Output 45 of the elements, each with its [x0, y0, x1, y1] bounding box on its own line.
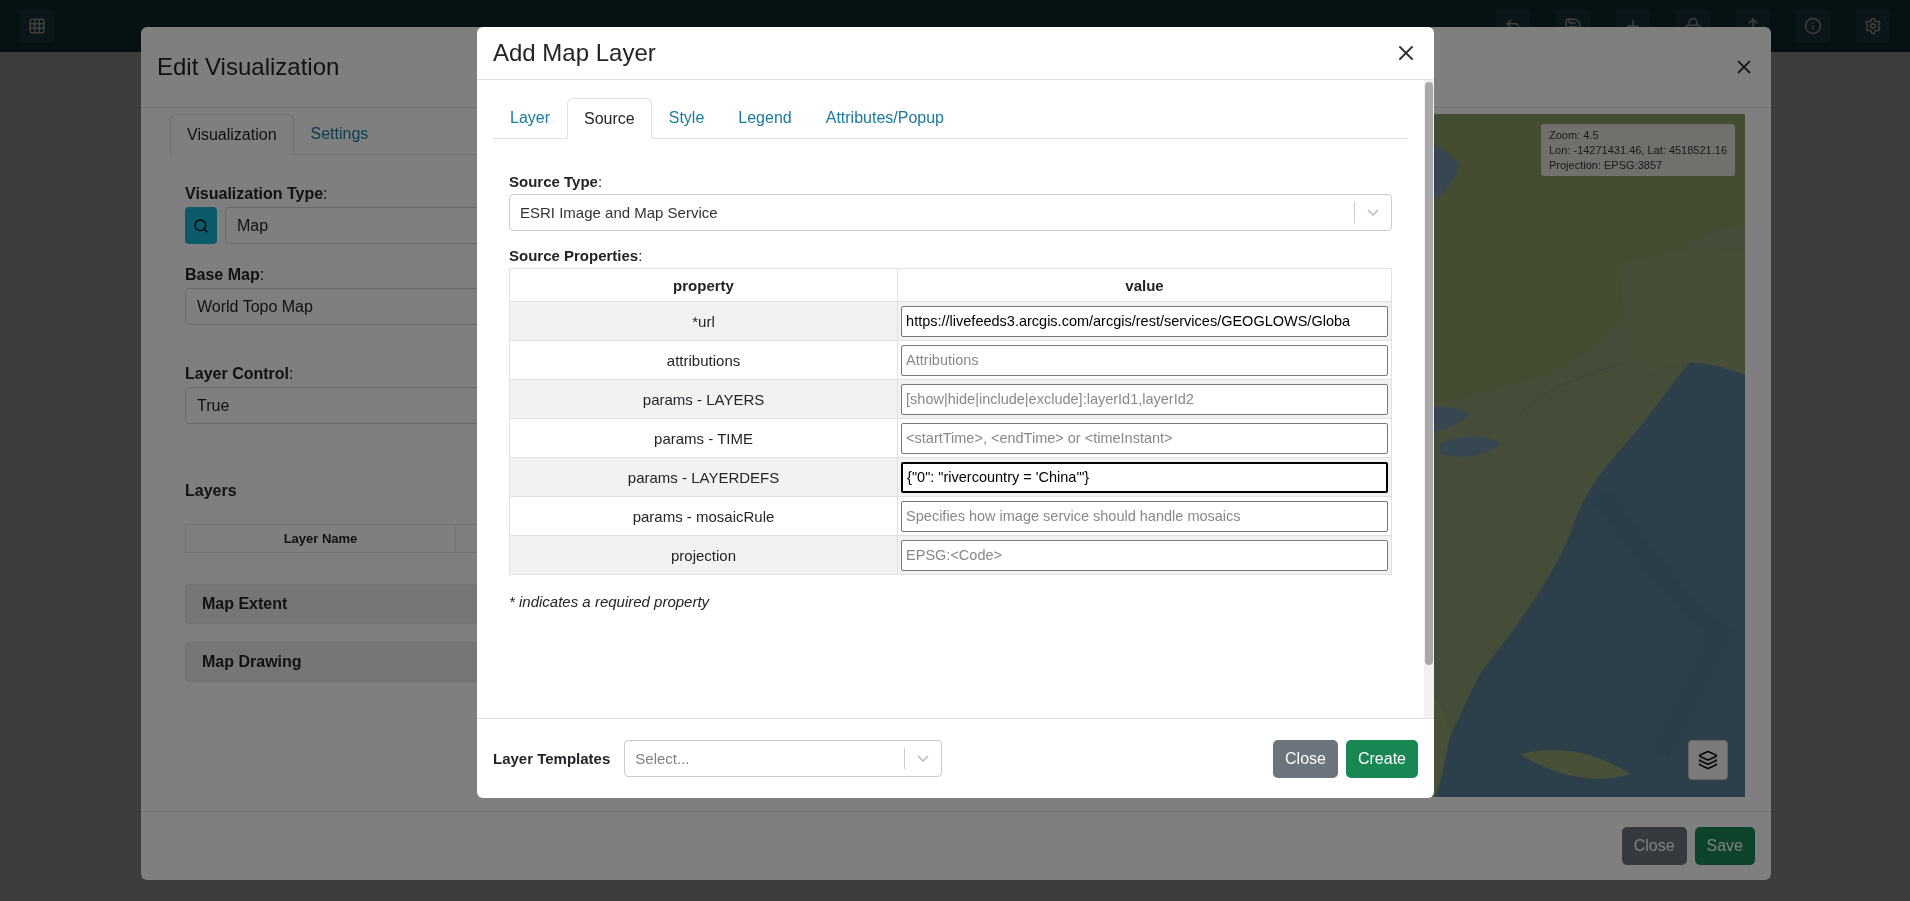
table-cell: params - TIME [509, 418, 898, 458]
save-button[interactable]: Save [1694, 827, 1755, 865]
table-cell: params - LAYERDEFS [509, 457, 898, 497]
layer-templates-select[interactable]: Select... [624, 740, 943, 777]
dialog-title: Edit Visualization [157, 53, 340, 81]
column-header: Layer Name [186, 525, 456, 552]
map-info-text: Zoom: 4.5 [1549, 129, 1600, 141]
field-label: Visualization Type: [185, 185, 328, 203]
dialog-title: Add Map Layer [493, 39, 656, 67]
search-button[interactable] [185, 207, 217, 244]
layers-icon [1698, 750, 1718, 770]
table-cell: params - LAYERS [509, 379, 898, 419]
input-field[interactable]: {"0": "rivercountry = 'China'"} [901, 461, 1388, 493]
source-type-select[interactable]: ESRI Image and Map Service [509, 194, 1392, 231]
input-field[interactable]: Specifies how image service should handle mosaics [901, 500, 1388, 532]
field-label: Base Map: [185, 266, 265, 284]
section-title: Layers [185, 482, 237, 500]
search-icon [193, 217, 209, 234]
table-cell: projection [509, 535, 898, 575]
column-header: property [509, 268, 898, 302]
field-label: Source Type: [509, 173, 603, 190]
create-button[interactable]: Create [1345, 739, 1418, 778]
table-cell: *url [509, 301, 898, 341]
close-button[interactable]: Close [1621, 827, 1687, 865]
layers-button[interactable] [1688, 740, 1728, 780]
chevron-down-icon [1367, 209, 1379, 216]
field-label: Source Properties: [509, 247, 643, 264]
column-header: value [897, 268, 1392, 302]
input-field[interactable]: Attributions [901, 344, 1388, 376]
input-field[interactable]: <startTime>, <endTime> or <timeInstant> [901, 422, 1388, 454]
table-cell: params - mosaicRule [509, 496, 898, 536]
tab[interactable]: Source [567, 98, 652, 139]
table-cell: attributions [509, 340, 898, 380]
chevron-down-icon [917, 755, 930, 762]
input-field[interactable]: [show|hide|include|exclude]:layerId1,layerId2 [901, 383, 1388, 415]
input-field[interactable]: https://livefeeds3.arcgis.com/arcgis/rest/services/GEOGLOWS/Globa [901, 305, 1388, 337]
footnote: * indicates a required property [509, 593, 710, 610]
field-label: Layer Templates [493, 750, 611, 767]
scrollbar[interactable] [1424, 80, 1434, 718]
close-button[interactable]: Close [1273, 739, 1338, 778]
field-label: Layer Control: [185, 365, 294, 383]
map-info-text: Lon: -14271431.46, Lat: 4518521.16 [1549, 144, 1727, 156]
input-field[interactable]: EPSG:<Code> [901, 539, 1388, 571]
map-info-text: Projection: EPSG:3857 [1549, 159, 1664, 171]
tab[interactable]: Visualization [170, 114, 294, 155]
